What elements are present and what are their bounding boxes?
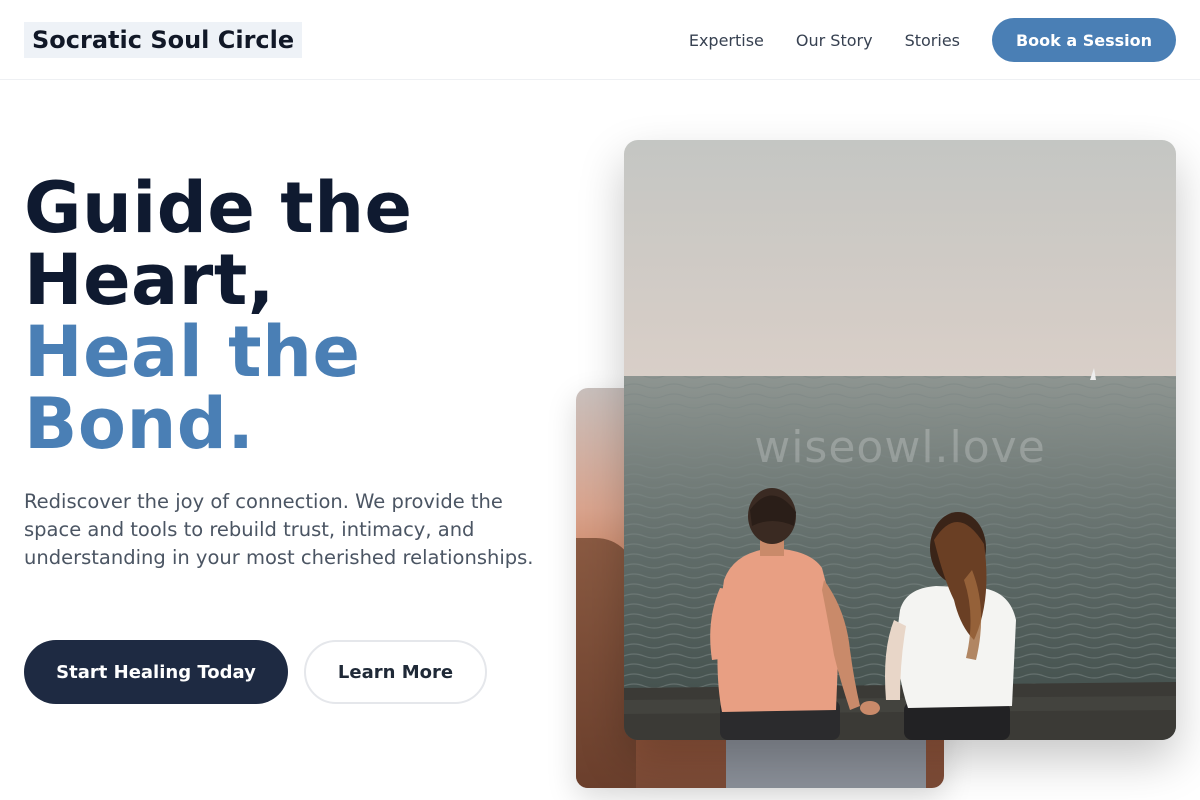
hero-photo-couple-by-sea: wiseowl.love bbox=[624, 140, 1176, 740]
headline-line-4: Bond. bbox=[24, 383, 255, 465]
main-nav: Expertise Our Story Stories bbox=[689, 0, 960, 80]
nav-link-stories[interactable]: Stories bbox=[905, 31, 960, 50]
headline-line-1: Guide the bbox=[24, 167, 413, 249]
photo-watermark: wiseowl.love bbox=[754, 422, 1046, 473]
site-header: Socratic Soul Circle Expertise Our Story… bbox=[0, 0, 1200, 80]
learn-more-button[interactable]: Learn More bbox=[304, 640, 487, 704]
hero-description: Rediscover the joy of connection. We pro… bbox=[24, 490, 534, 569]
headline-line-2: Heart, bbox=[24, 239, 275, 321]
nav-link-our-story[interactable]: Our Story bbox=[796, 31, 873, 50]
landing-page: Socratic Soul Circle Expertise Our Story… bbox=[0, 0, 1200, 800]
headline-line-3: Heal the bbox=[24, 311, 361, 393]
hero-headline: Guide the Heart, Heal the Bond. bbox=[24, 172, 584, 460]
nav-link-expertise[interactable]: Expertise bbox=[689, 31, 764, 50]
start-healing-button[interactable]: Start Healing Today bbox=[24, 640, 288, 704]
book-session-button[interactable]: Book a Session bbox=[992, 18, 1176, 62]
brand-logo[interactable]: Socratic Soul Circle bbox=[24, 22, 303, 58]
